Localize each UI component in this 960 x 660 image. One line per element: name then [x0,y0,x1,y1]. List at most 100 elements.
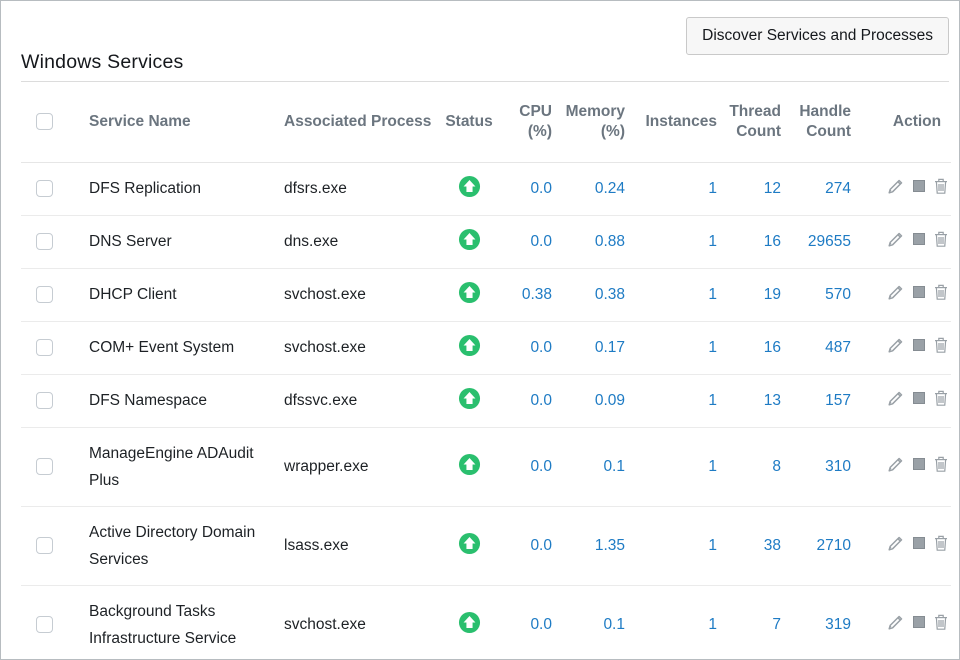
delete-icon[interactable] [934,284,948,300]
stop-icon[interactable] [913,537,925,549]
col-header-action: Action [853,82,951,162]
handle-count-cell[interactable]: 2710 [783,506,853,585]
stop-icon[interactable] [913,233,925,245]
row-checkbox[interactable] [36,616,53,633]
row-checkbox[interactable] [36,180,53,197]
instances-cell[interactable]: 1 [627,585,719,660]
instances-cell[interactable]: 1 [627,162,719,215]
thread-count-cell[interactable]: 19 [719,268,783,321]
delete-icon[interactable] [934,614,948,630]
col-header-status: Status [434,82,504,162]
handle-count-cell[interactable]: 487 [783,321,853,374]
memory-cell[interactable]: 0.88 [554,215,627,268]
cpu-cell[interactable]: 0.38 [504,268,554,321]
row-checkbox[interactable] [36,537,53,554]
status-running-icon [458,453,481,476]
table-row: Background Tasks Infrastructure Service … [21,585,951,660]
thread-count-cell[interactable]: 8 [719,427,783,506]
cpu-cell[interactable]: 0.0 [504,585,554,660]
stop-icon[interactable] [913,392,925,404]
stop-icon[interactable] [913,339,925,351]
edit-icon[interactable] [887,337,904,354]
table-row: DNS Server dns.exe 0.0 0.88 1 16 29655 [21,215,951,268]
row-checkbox[interactable] [36,458,53,475]
service-name-cell: Active Directory Domain Services [69,506,264,585]
table-row: DFS Replication dfsrs.exe 0.0 0.24 1 12 … [21,162,951,215]
stop-icon[interactable] [913,458,925,470]
delete-icon[interactable] [934,390,948,406]
service-name-cell: ManageEngine ADAudit Plus [69,427,264,506]
row-actions [887,614,948,631]
row-actions [887,535,948,552]
thread-count-cell[interactable]: 38 [719,506,783,585]
row-actions [887,178,948,195]
instances-cell[interactable]: 1 [627,427,719,506]
delete-icon[interactable] [934,178,948,194]
table-row: DHCP Client svchost.exe 0.38 0.38 1 19 5… [21,268,951,321]
discover-services-button[interactable]: Discover Services and Processes [686,17,949,55]
thread-count-cell[interactable]: 16 [719,215,783,268]
memory-cell[interactable]: 0.24 [554,162,627,215]
edit-icon[interactable] [887,535,904,552]
row-checkbox[interactable] [36,339,53,356]
cpu-cell[interactable]: 0.0 [504,427,554,506]
cpu-cell[interactable]: 0.0 [504,374,554,427]
handle-count-cell[interactable]: 29655 [783,215,853,268]
edit-icon[interactable] [887,390,904,407]
row-checkbox[interactable] [36,233,53,250]
delete-icon[interactable] [934,456,948,472]
handle-count-cell[interactable]: 310 [783,427,853,506]
handle-count-cell[interactable]: 570 [783,268,853,321]
status-running-icon [458,281,481,304]
thread-count-cell[interactable]: 13 [719,374,783,427]
status-running-icon [458,228,481,251]
memory-cell[interactable]: 1.35 [554,506,627,585]
windows-services-panel: Discover Services and Processes Windows … [0,0,960,660]
thread-count-cell[interactable]: 7 [719,585,783,660]
edit-icon[interactable] [887,284,904,301]
memory-cell[interactable]: 0.1 [554,427,627,506]
stop-icon[interactable] [913,286,925,298]
col-header-cpu: CPU (%) [504,82,554,162]
edit-icon[interactable] [887,231,904,248]
memory-cell[interactable]: 0.09 [554,374,627,427]
associated-process-cell: lsass.exe [264,506,434,585]
windows-services-table: Service Name Associated Process Status C… [21,82,951,660]
memory-cell[interactable]: 0.1 [554,585,627,660]
stop-icon[interactable] [913,180,925,192]
delete-icon[interactable] [934,337,948,353]
edit-icon[interactable] [887,614,904,631]
page-title: Windows Services [21,51,184,74]
delete-icon[interactable] [934,231,948,247]
edit-icon[interactable] [887,178,904,195]
handle-count-cell[interactable]: 157 [783,374,853,427]
row-actions [887,456,948,473]
row-checkbox[interactable] [36,392,53,409]
row-checkbox[interactable] [36,286,53,303]
memory-cell[interactable]: 0.38 [554,268,627,321]
delete-icon[interactable] [934,535,948,551]
thread-count-cell[interactable]: 16 [719,321,783,374]
service-name-cell: Background Tasks Infrastructure Service [69,585,264,660]
stop-icon[interactable] [913,616,925,628]
service-name-cell: COM+ Event System [69,321,264,374]
cpu-cell[interactable]: 0.0 [504,321,554,374]
status-running-icon [458,611,481,634]
col-header-service-name: Service Name [69,82,264,162]
row-actions [887,231,948,248]
edit-icon[interactable] [887,456,904,473]
associated-process-cell: wrapper.exe [264,427,434,506]
memory-cell[interactable]: 0.17 [554,321,627,374]
instances-cell[interactable]: 1 [627,268,719,321]
select-all-checkbox[interactable] [36,113,53,130]
handle-count-cell[interactable]: 319 [783,585,853,660]
instances-cell[interactable]: 1 [627,215,719,268]
instances-cell[interactable]: 1 [627,321,719,374]
cpu-cell[interactable]: 0.0 [504,506,554,585]
thread-count-cell[interactable]: 12 [719,162,783,215]
handle-count-cell[interactable]: 274 [783,162,853,215]
instances-cell[interactable]: 1 [627,374,719,427]
cpu-cell[interactable]: 0.0 [504,215,554,268]
cpu-cell[interactable]: 0.0 [504,162,554,215]
instances-cell[interactable]: 1 [627,506,719,585]
